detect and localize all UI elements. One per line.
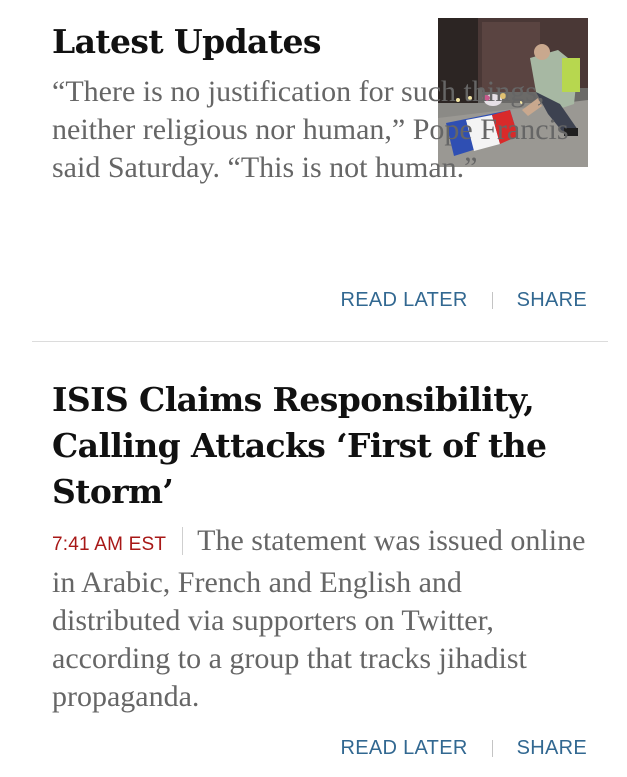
article-actions: READ LATER SHARE [340, 289, 587, 312]
article-summary: 7:41 AM EST The statement was issued onli… [52, 522, 592, 716]
article-divider [32, 341, 608, 342]
read-later-button[interactable]: READ LATER [340, 289, 467, 312]
article-timestamp: 7:41 AM EST [52, 534, 167, 555]
share-button[interactable]: SHARE [517, 737, 587, 760]
timestamp-divider [182, 527, 184, 555]
article-headline[interactable]: ISIS Claims Responsibility, Calling Atta… [52, 377, 582, 515]
action-divider [491, 740, 493, 757]
share-button[interactable]: SHARE [517, 289, 587, 312]
action-divider [491, 292, 493, 309]
article-summary: “There is no justification for such thin… [52, 75, 569, 184]
article-headline[interactable]: Latest Updates [52, 20, 321, 64]
read-later-button[interactable]: READ LATER [340, 737, 467, 760]
article-actions: READ LATER SHARE [340, 737, 587, 760]
